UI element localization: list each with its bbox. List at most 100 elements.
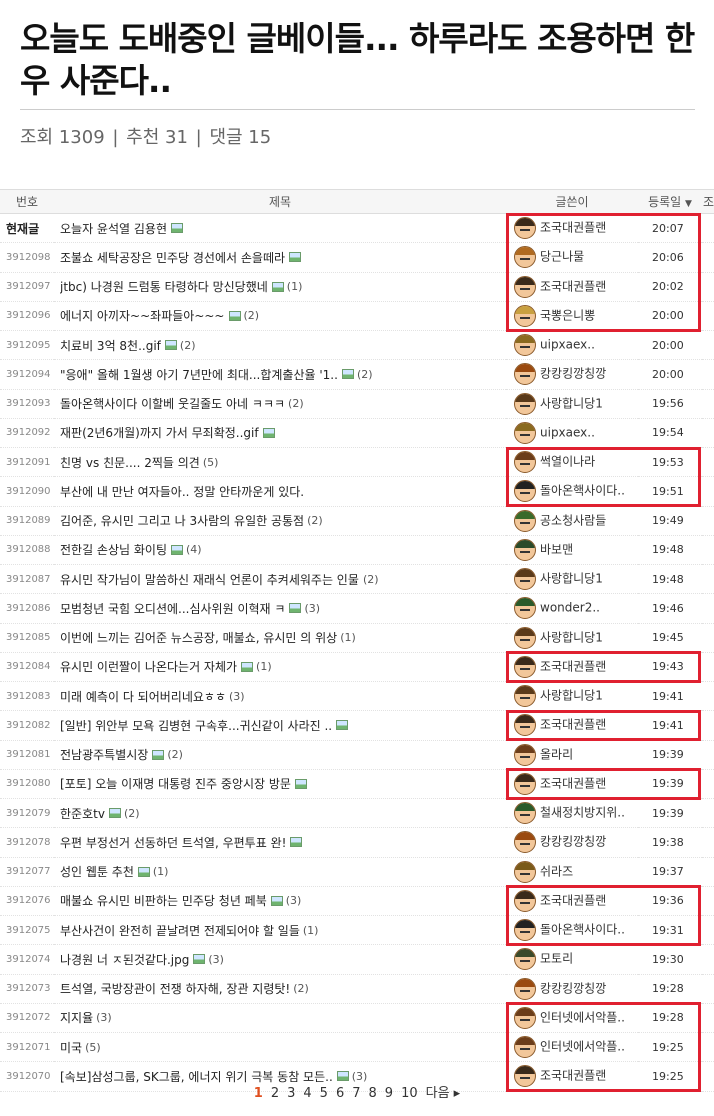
post-subject-link[interactable]: 오늘자 윤석열 김용현 (60, 220, 167, 237)
post-subject-link[interactable]: 전한길 손상님 화이팅 (60, 541, 167, 558)
comment-count-badge[interactable]: (2) (357, 368, 373, 381)
writer-name[interactable]: 조국대권플랜 (540, 718, 606, 732)
page-link[interactable]: 6 (336, 1086, 344, 1101)
writer-name[interactable]: 올라리 (540, 747, 573, 761)
post-subject-link[interactable]: 지지율 (60, 1009, 93, 1026)
post-subject-link[interactable]: 우편 부정선거 선동하던 트석열, 우편투표 완! (60, 834, 286, 851)
writer-cell[interactable]: 조국대권플랜 (506, 272, 638, 302)
table-row[interactable]: 3912083 미래 예측이 다 되어버리네요ㅎㅎ (3) 사랑합니당1 19:41 (0, 681, 714, 712)
page-link[interactable]: 10 (401, 1086, 418, 1101)
writer-cell[interactable]: 인터넷에서악플.. (506, 1032, 638, 1063)
table-row[interactable]: 3912097 jtbc) 나경원 드럼통 타령하다 망신당했네 (1) 조국대권플랜… (0, 272, 714, 302)
writer-name[interactable]: 조국대권플랜 (540, 893, 606, 907)
writer-cell[interactable]: 모토리 (506, 944, 638, 975)
post-subject-link[interactable]: [포토] 오늘 이재명 대통령 진주 중앙시장 방문 (60, 775, 291, 792)
post-subject-link[interactable]: jtbc) 나경원 드럼통 타령하다 망신당했네 (60, 278, 268, 295)
comment-count-badge[interactable]: (5) (203, 456, 219, 469)
table-row[interactable]: 3912086 모범청년 국힘 오디션에...심사위원 이혁재 ㅋ (3) wonde… (0, 593, 714, 624)
writer-cell[interactable]: 조국대권플랜 (506, 769, 638, 800)
comment-count-badge[interactable]: (2) (167, 748, 183, 761)
writer-cell[interactable]: 바보맨 (506, 535, 638, 566)
table-row[interactable]: 3912087 유시민 작가님이 말씀하신 재래식 언론이 추켜세워주는 인물..… (0, 564, 714, 595)
post-subject-link[interactable]: 김어준, 유시민 그리고 나 3사람의 유일한 공통점 (60, 512, 304, 529)
post-subject-link[interactable]: 부산사건이 완전히 끝날려면 전제되어야 할 일들 (60, 922, 300, 939)
writer-name[interactable]: 조국대권플랜 (540, 659, 606, 673)
comment-count-badge[interactable]: (3) (229, 690, 245, 703)
writer-cell[interactable]: 조국대권플랜 (506, 710, 638, 741)
page-link[interactable]: 9 (385, 1086, 393, 1101)
writer-cell[interactable]: 쉬라즈 (506, 857, 638, 887)
post-subject-link[interactable]: [일반] 위안부 모욕 김병현 구속후...귀신같이 사라진 .. (60, 717, 332, 734)
table-row[interactable]: 3912089 김어준, 유시민 그리고 나 3사람의 유일한 공통점 (2) 공소청… (0, 506, 714, 536)
writer-name[interactable]: uipxaex.. (540, 425, 595, 439)
table-row[interactable]: 3912098 조불쇼 세탁공장은 민주당 경선에서 손을떼라 당근나물 20:06 (0, 242, 714, 273)
comment-count-badge[interactable]: (1) (287, 280, 303, 293)
page-link[interactable]: 2 (271, 1086, 279, 1101)
post-subject-link[interactable]: 전남광주특별시장 (60, 746, 148, 763)
sort-down-icon[interactable]: ▼ (685, 199, 692, 209)
next-page-link[interactable]: 다음 ▸ (426, 1082, 461, 1101)
writer-name[interactable]: uipxaex.. (540, 338, 595, 352)
comment-count-badge[interactable]: (4) (186, 543, 202, 556)
table-row[interactable]: 3912091 친명 vs 친문.... 2찍들 의견 (5) 썩열이나라 19:53 (0, 447, 714, 478)
writer-name[interactable]: 조국대권플랜 (540, 279, 606, 293)
table-row[interactable]: 3912080 [포토] 오늘 이재명 대통령 진주 중앙시장 방문 조국대권플랜 1… (0, 769, 714, 800)
writer-name[interactable]: 캉캉킹깡칭깡 (540, 367, 606, 381)
writer-name[interactable]: 썩열이나라 (540, 455, 595, 469)
comment-count-badge[interactable]: (3) (286, 894, 302, 907)
comment-count-badge[interactable]: (2) (124, 807, 140, 820)
comment-count-badge[interactable]: (2) (363, 573, 379, 586)
writer-name[interactable]: 조국대권플랜 (540, 221, 606, 235)
writer-name[interactable]: 조국대권플랜 (540, 776, 606, 790)
table-row[interactable]: 3912090 부산에 내 만난 여자들아.. 정말 안타까운게 있다. 돌아온핵사… (0, 476, 714, 507)
table-row[interactable]: 3912074 나경원 너 ㅈ된것같다.jpg (3) 모토리 19:30 (0, 944, 714, 975)
post-subject-link[interactable]: 조불쇼 세탁공장은 민주당 경선에서 손을떼라 (60, 249, 285, 266)
table-row[interactable]: 3912081 전남광주특별시장 (2) 올라리 19:39 (0, 740, 714, 770)
comment-count-badge[interactable]: (1) (153, 865, 169, 878)
table-row[interactable]: 3912075 부산사건이 완전히 끝날려면 전제되어야 할 일들 (1) 돌아온핵사… (0, 915, 714, 946)
post-subject-link[interactable]: 재판(2년6개월)까지 가서 무죄확정..gif (60, 424, 259, 441)
writer-cell[interactable]: 사랑합니당1 (506, 389, 638, 419)
writer-cell[interactable]: 올라리 (506, 740, 638, 770)
writer-name[interactable]: 인터넷에서악플.. (540, 1010, 625, 1024)
table-row[interactable]: 3912096 에너지 아끼자~~좌파들아~~~ (2) 국뽕은니뽕 20:00 (0, 301, 714, 332)
writer-cell[interactable]: 썩열이나라 (506, 447, 638, 478)
post-subject-link[interactable]: 부산에 내 만난 여자들아.. 정말 안타까운게 있다. (60, 483, 304, 500)
table-row[interactable]: 3912072 지지율 (3) 인터넷에서악플.. 19:28 (0, 1003, 714, 1034)
writer-name[interactable]: 돌아온핵사이다.. (540, 484, 625, 498)
post-subject-link[interactable]: 미국 (60, 1039, 82, 1056)
post-subject-link[interactable]: 이번에 느끼는 김어준 뉴스공장, 매불쇼, 유시민 의 위상 (60, 629, 337, 646)
post-subject-link[interactable]: 나경원 너 ㅈ된것같다.jpg (60, 951, 189, 968)
table-row[interactable]: 3912092 재판(2년6개월)까지 가서 무죄확정..gif uipxaex..… (0, 418, 714, 449)
writer-name[interactable]: 캉캉킹깡칭깡 (540, 835, 606, 849)
writer-cell[interactable]: uipxaex.. (506, 418, 638, 449)
writer-cell[interactable]: 돌아온핵사이다.. (506, 476, 638, 507)
table-row[interactable]: 3912076 매불쇼 유시민 비판하는 민주당 청년 페북 (3) 조국대권플랜 19… (0, 886, 714, 917)
writer-name[interactable]: 사랑합니당1 (540, 689, 603, 703)
writer-name[interactable]: 캉캉킹깡칭깡 (540, 981, 606, 995)
writer-cell[interactable]: 캉캉킹깡칭깡 (506, 974, 638, 1004)
table-row[interactable]: 3912078 우편 부정선거 선동하던 트석열, 우편투표 완! 캉캉킹깡칭깡 19… (0, 827, 714, 858)
comment-count-badge[interactable]: (2) (288, 397, 304, 410)
page-link[interactable]: 5 (320, 1086, 328, 1101)
writer-cell[interactable]: 돌아온핵사이다.. (506, 915, 638, 946)
post-subject-link[interactable]: 한준호tv (60, 805, 105, 822)
writer-name[interactable]: 인터넷에서악플.. (540, 1040, 625, 1054)
table-row[interactable]: 3912073 트석열, 국방장관이 전쟁 하자해, 장관 지령탓! (2) 캉캉킹깡… (0, 974, 714, 1004)
writer-cell[interactable]: 철새정치방지위.. (506, 798, 638, 829)
writer-name[interactable]: 바보맨 (540, 542, 573, 556)
post-subject-link[interactable]: 미래 예측이 다 되어버리네요ㅎㅎ (60, 688, 226, 705)
comment-count-badge[interactable]: (2) (293, 982, 309, 995)
writer-cell[interactable]: 사랑합니당1 (506, 681, 638, 712)
page-link[interactable]: 7 (352, 1086, 360, 1101)
table-row[interactable]: 3912095 치료비 3억 8천..gif (2) uipxaex.. 20:00 (0, 330, 714, 361)
post-subject-link[interactable]: "응애" 올해 1월생 아기 7년만에 최대...합계출산율 '1.. (60, 366, 338, 383)
post-subject-link[interactable]: 에너지 아끼자~~좌파들아~~~ (60, 307, 225, 324)
post-subject-link[interactable]: 유시민 작가님이 말씀하신 재래식 언론이 추켜세워주는 인물.. (60, 571, 360, 588)
page-link[interactable]: 1 (254, 1086, 263, 1101)
comment-count-badge[interactable]: (3) (304, 602, 320, 615)
writer-cell[interactable]: 사랑합니당1 (506, 623, 638, 653)
writer-cell[interactable]: wonder2.. (506, 593, 638, 624)
writer-cell[interactable]: 당근나물 (506, 242, 638, 273)
header-date[interactable]: 등록일 ▼ (638, 189, 702, 214)
